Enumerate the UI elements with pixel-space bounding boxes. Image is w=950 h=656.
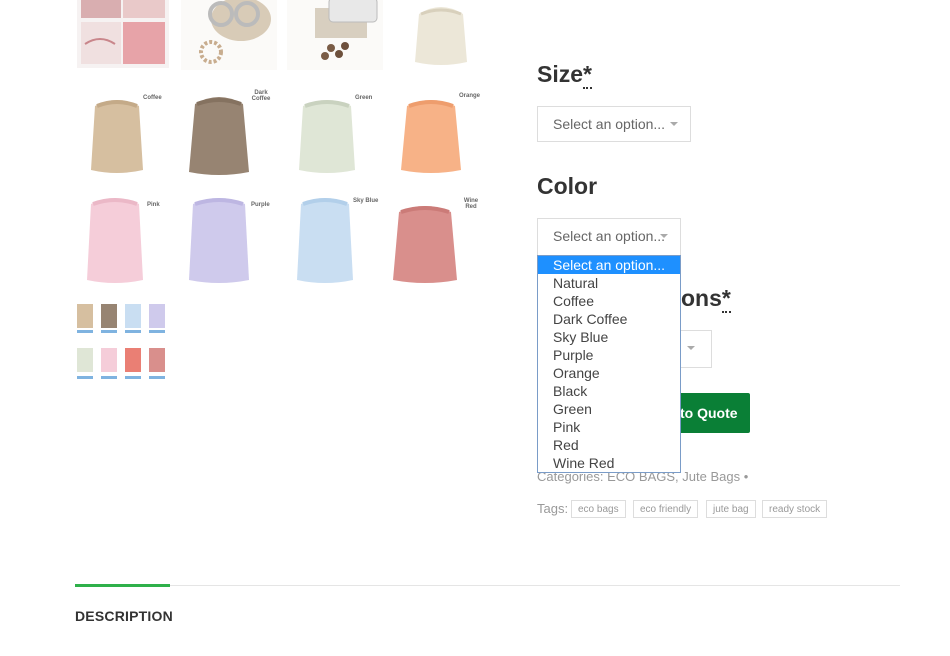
color-dropdown-list[interactable]: Select an option... Natural Coffee Dark … xyxy=(537,255,681,473)
thumb-green[interactable]: Green xyxy=(287,84,383,180)
color-option[interactable]: Natural xyxy=(538,274,680,292)
thumb-label: Purple xyxy=(251,202,270,208)
size-select-value: Select an option... xyxy=(553,116,666,132)
thumb-coffee[interactable]: Coffee xyxy=(75,84,171,180)
tag-link[interactable]: eco bags xyxy=(571,500,626,518)
thumb-purple[interactable]: Purple xyxy=(181,190,277,286)
thumb-pink[interactable]: Pink xyxy=(75,190,171,286)
tag-link[interactable]: ready stock xyxy=(762,500,828,518)
color-option[interactable]: Wine Red xyxy=(538,454,680,472)
tabs-divider xyxy=(75,585,900,586)
tag-link[interactable]: jute bag xyxy=(706,500,756,518)
color-label: Color xyxy=(537,173,598,199)
color-option[interactable]: Select an option... xyxy=(538,256,680,274)
tag-link[interactable]: eco friendly xyxy=(633,500,699,518)
color-option[interactable]: Green xyxy=(538,400,680,418)
category-link[interactable]: Jute Bags xyxy=(682,469,740,484)
chevron-down-icon xyxy=(660,234,668,238)
thumb-wine-red[interactable]: Wine Red xyxy=(393,190,489,286)
color-option[interactable]: Purple xyxy=(538,346,680,364)
size-label: Size* xyxy=(537,61,592,89)
chevron-down-icon xyxy=(687,346,695,350)
chevron-down-icon xyxy=(670,122,678,126)
options-label: ons* xyxy=(681,285,731,313)
thumb-sunglasses-beads[interactable] xyxy=(181,0,277,70)
color-select-value: Select an option... xyxy=(553,228,666,244)
color-option[interactable]: Dark Coffee xyxy=(538,310,680,328)
color-option[interactable]: Orange xyxy=(538,364,680,382)
thumb-natural[interactable] xyxy=(393,0,489,70)
size-select[interactable]: Select an option... xyxy=(537,106,691,142)
required-mark: * xyxy=(721,285,731,313)
thumb-label: Orange xyxy=(459,93,481,99)
thumb-sky-blue[interactable]: Sky Blue xyxy=(287,190,383,286)
required-mark: * xyxy=(583,61,592,89)
color-option[interactable]: Black xyxy=(538,382,680,400)
thumb-orange[interactable]: Orange xyxy=(393,84,489,180)
thumb-dark-coffee[interactable]: Dark Coffee xyxy=(181,84,277,180)
tags-label: Tags: xyxy=(537,501,569,516)
color-option[interactable]: Pink xyxy=(538,418,680,436)
thumb-color-chart[interactable] xyxy=(75,296,171,392)
separator-dot: • xyxy=(743,469,749,484)
color-option[interactable]: Coffee xyxy=(538,292,680,310)
thumb-label: Pink xyxy=(147,202,160,208)
color-option[interactable]: Sky Blue xyxy=(538,328,680,346)
thumb-label: Wine Red xyxy=(463,198,479,210)
thumb-label: Sky Blue xyxy=(353,198,379,204)
color-option[interactable]: Red xyxy=(538,436,680,454)
thumb-multicolor[interactable] xyxy=(75,0,171,70)
thumb-label: Dark Coffee xyxy=(251,90,271,102)
thumb-label: Green xyxy=(355,95,373,101)
active-tab-indicator xyxy=(75,584,170,587)
color-select[interactable]: Select an option... xyxy=(537,218,681,256)
thumb-phone-coffee[interactable] xyxy=(287,0,383,70)
thumb-label: Coffee xyxy=(143,95,162,101)
tab-description[interactable]: DESCRIPTION xyxy=(75,608,173,624)
